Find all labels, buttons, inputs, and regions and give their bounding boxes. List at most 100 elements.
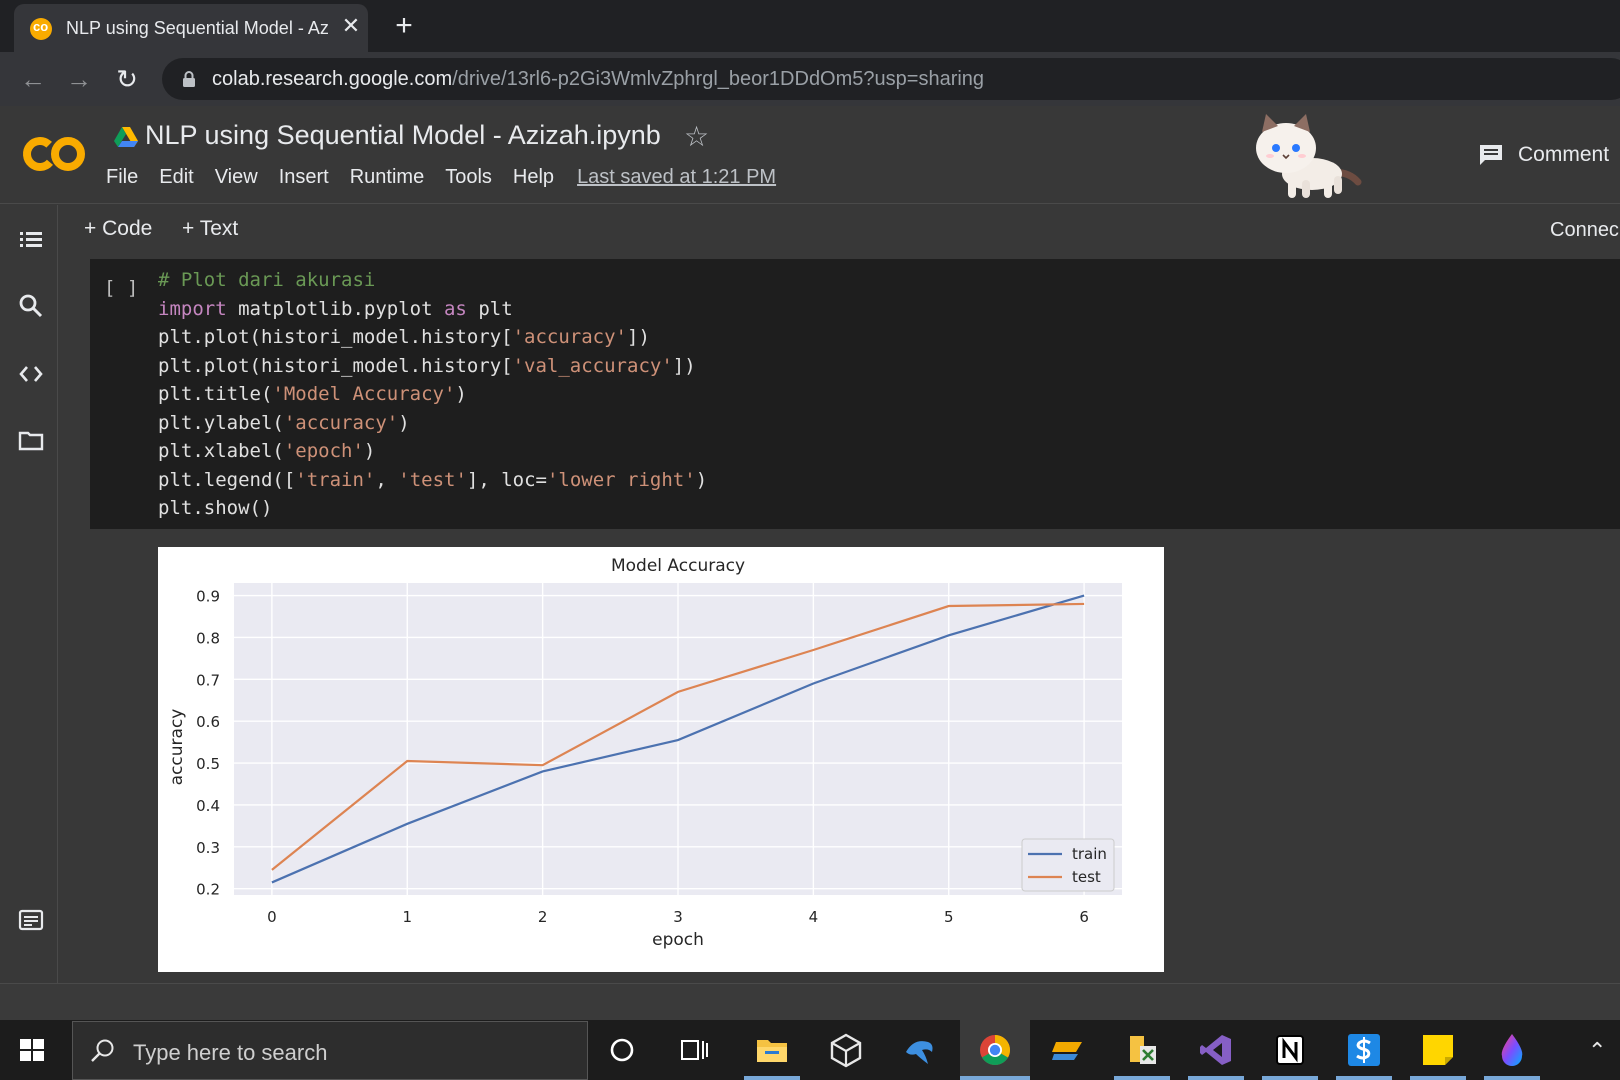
sql-tool-icon[interactable] <box>1050 1032 1086 1068</box>
code-token: 'epoch' <box>283 440 364 462</box>
chrome-running-indicator <box>960 1076 1030 1080</box>
code-token: # Plot dari akurasi <box>158 269 376 291</box>
visual-studio-running-indicator <box>1188 1076 1244 1080</box>
tab-title: NLP using Sequential Model - Az <box>66 18 328 38</box>
code-line: # Plot dari akurasi <box>158 266 707 295</box>
x-tick-label: 1 <box>402 908 412 926</box>
code-snippets-icon[interactable] <box>18 361 44 387</box>
run-cell-button[interactable]: [ ] <box>104 277 138 299</box>
x-tick-label: 2 <box>538 908 548 926</box>
reload-icon[interactable]: ↻ <box>112 64 142 94</box>
code-token: , <box>375 468 399 491</box>
star-icon[interactable]: ☆ <box>684 120 709 153</box>
x-tick-label: 5 <box>944 908 954 926</box>
terminal-icon[interactable] <box>18 907 44 933</box>
code-line: plt.ylabel('accuracy') <box>158 409 707 438</box>
y-tick-label: 0.7 <box>196 671 220 689</box>
code-line: plt.xlabel('epoch') <box>158 437 707 466</box>
file-explorer-running-indicator <box>744 1076 800 1080</box>
menu-edit[interactable]: Edit <box>159 166 193 196</box>
address-bar[interactable]: colab.research.google.com/drive/13rl6-p2… <box>162 58 1620 100</box>
y-axis-ticks: 0.2 0.3 0.4 0.5 0.6 0.7 0.8 0.9 <box>196 588 220 899</box>
add-text-button[interactable]: + Text <box>182 217 238 241</box>
accuracy-chart: Model Accuracy 0.20.30.40.50.60.70.80.9 … <box>167 556 1122 950</box>
comment-button[interactable]: Comment <box>1478 140 1609 170</box>
forward-arrow-icon[interactable]: → <box>64 64 94 94</box>
y-tick-label: 0.4 <box>196 797 220 815</box>
table-of-contents-icon[interactable] <box>18 227 44 253</box>
notion-icon[interactable] <box>1272 1032 1308 1068</box>
menu-bar: File Edit View Insert Runtime Tools Help… <box>106 166 776 196</box>
code-token: ) <box>363 440 376 462</box>
menu-help[interactable]: Help <box>513 166 554 196</box>
colab-favicon-icon <box>30 18 52 40</box>
chart-title: Model Accuracy <box>611 556 745 576</box>
code-token: 'accuracy' <box>283 411 399 434</box>
y-tick-label: 0.9 <box>196 588 220 606</box>
add-code-button[interactable]: + Code <box>84 217 152 241</box>
code-token: import <box>158 297 227 320</box>
cat-mascot-image <box>1256 114 1362 198</box>
code-token: plt.plot(histori_model.history[ <box>158 354 513 377</box>
notion-running-indicator <box>1262 1076 1318 1080</box>
menu-insert[interactable]: Insert <box>279 166 329 196</box>
y-tick-label: 0.6 <box>196 713 220 731</box>
y-tick-label: 0.5 <box>196 755 220 773</box>
cube-app-icon[interactable] <box>828 1032 864 1068</box>
code-token: plt <box>466 297 513 320</box>
code-token: ) <box>695 468 708 491</box>
windows-taskbar: Type here to search ⌃ <box>0 1020 1620 1080</box>
connect-button[interactable]: Connec <box>1550 219 1619 242</box>
sticky-notes-running-indicator <box>1410 1076 1466 1080</box>
menu-file[interactable]: File <box>106 166 138 196</box>
y-tick-label: 0.3 <box>196 839 220 857</box>
code-cell[interactable]: [ ] # Plot dari akurasi import matplotlib… <box>90 259 1620 529</box>
folder-icon[interactable] <box>18 427 44 453</box>
code-token: matplotlib.pyplot <box>226 297 444 320</box>
paint-drop-icon[interactable] <box>1494 1032 1530 1068</box>
notebook-title[interactable]: NLP using Sequential Model - Azizah.ipyn… <box>145 120 661 151</box>
menu-runtime[interactable]: Runtime <box>350 166 424 196</box>
menu-view[interactable]: View <box>215 166 258 196</box>
sticky-notes-icon[interactable] <box>1420 1032 1456 1068</box>
code-token: 'train' <box>295 468 376 491</box>
cortana-icon[interactable] <box>604 1032 640 1068</box>
taskbar-search-box[interactable]: Type here to search <box>72 1021 588 1080</box>
search-icon <box>91 1039 114 1062</box>
last-saved-link[interactable]: Last saved at 1:21 PM <box>577 166 776 196</box>
paint-drop-running-indicator <box>1484 1076 1540 1080</box>
x-tick-label: 3 <box>673 908 683 926</box>
url-host: colab.research.google.com <box>212 68 453 90</box>
code-token: plt.xlabel( <box>158 440 284 462</box>
database-tool-running-indicator <box>1114 1076 1170 1080</box>
lock-icon <box>183 71 195 87</box>
dolphin-app-icon[interactable] <box>902 1032 938 1068</box>
chrome-icon[interactable] <box>977 1032 1013 1068</box>
comment-icon <box>1480 145 1502 165</box>
code-line: plt.show() <box>158 494 707 523</box>
database-tool-icon[interactable] <box>1124 1032 1160 1068</box>
code-token: plt.ylabel( <box>158 411 284 434</box>
code-token: 'val_accuracy' <box>512 354 673 377</box>
cell-output-plot: Model Accuracy 0.2 0.3 0.4 0.5 0.6 0.7 0.8 0.9 … <box>158 547 1164 972</box>
menu-tools[interactable]: Tools <box>445 166 492 196</box>
task-view-icon[interactable] <box>676 1032 712 1068</box>
code-token: 'Model Accuracy' <box>272 383 456 405</box>
tab-close-icon[interactable]: ✕ <box>338 13 364 39</box>
browser-tab[interactable]: NLP using Sequential Model - Az ✕ <box>14 4 368 52</box>
taskbar-search-placeholder: Type here to search <box>133 1040 328 1065</box>
code-token: plt.title( <box>158 383 273 405</box>
tray-chevron-up-icon[interactable]: ⌃ <box>1588 1038 1606 1064</box>
y-axis-label: accuracy <box>167 709 187 786</box>
colab-logo-icon[interactable] <box>22 132 88 176</box>
new-tab-button[interactable]: + <box>388 10 420 42</box>
comment-label: Comment <box>1518 143 1610 166</box>
windows-start-icon[interactable] <box>18 1036 46 1064</box>
back-arrow-icon[interactable]: ← <box>18 64 48 94</box>
visual-studio-icon[interactable] <box>1198 1032 1234 1068</box>
y-tick-label: 0.8 <box>196 629 220 647</box>
code-editor[interactable]: # Plot dari akurasi import matplotlib.pyp… <box>158 266 707 523</box>
finance-app-icon[interactable] <box>1346 1032 1382 1068</box>
search-icon[interactable] <box>18 293 44 319</box>
file-explorer-icon[interactable] <box>754 1032 790 1068</box>
